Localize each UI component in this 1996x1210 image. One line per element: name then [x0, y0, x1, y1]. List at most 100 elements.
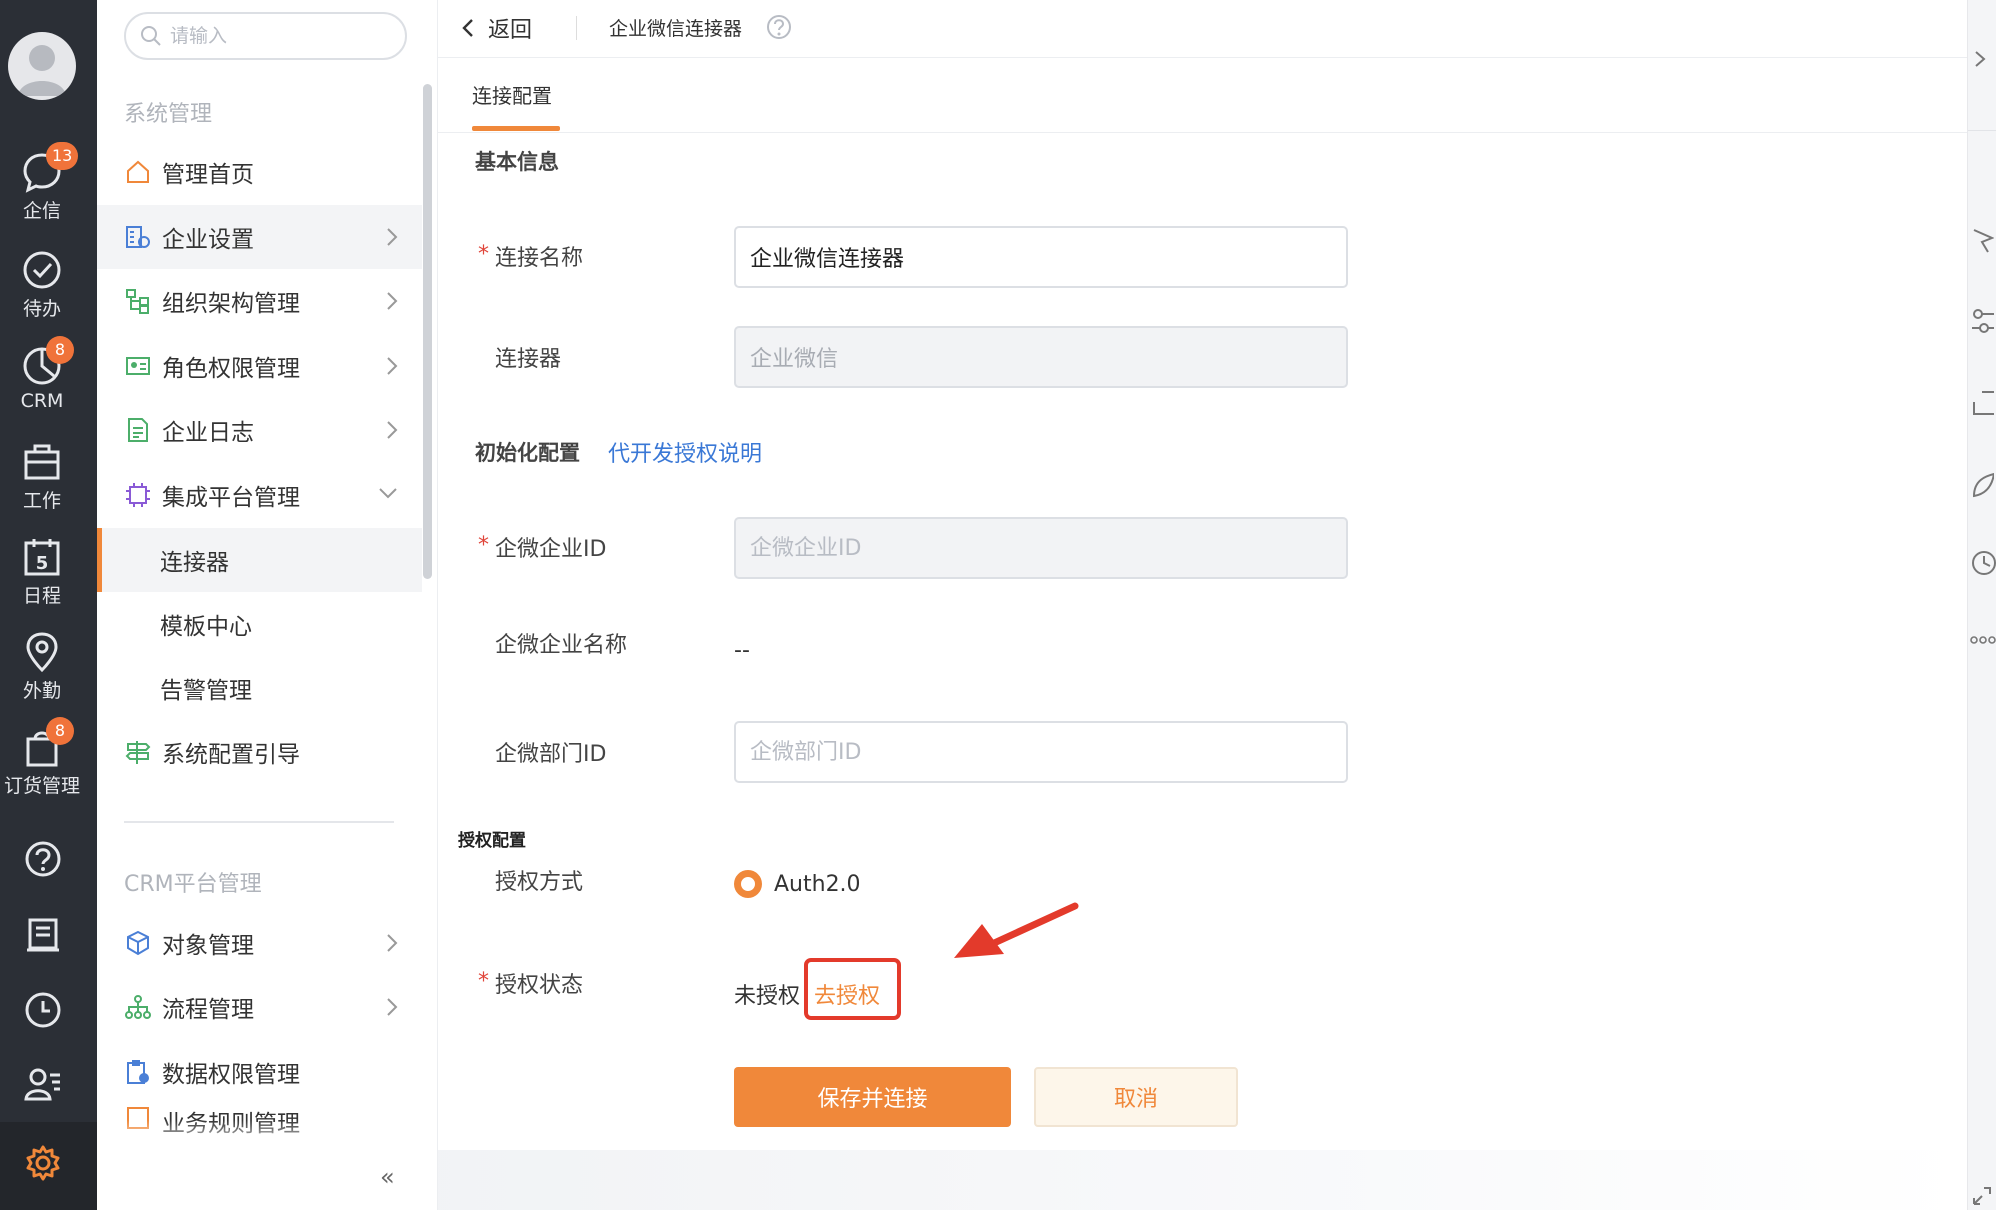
admin-sidebar: 系统管理 管理首页 企业设置 组织架构管理 角色权限管理 企业日志 集成平台管理… — [97, 0, 437, 1210]
cancel-button[interactable]: 取消 — [1034, 1067, 1238, 1127]
more-dots-icon[interactable] — [1970, 634, 1996, 646]
collapse-arrow-icon[interactable] — [1970, 48, 1992, 70]
auth-status-label: 授权状态 — [495, 973, 584, 998]
history-clock-icon[interactable] — [1970, 548, 1996, 578]
flag-icon[interactable] — [1970, 226, 1994, 256]
avatar-person-icon — [18, 45, 66, 96]
back-button[interactable]: 返回 — [462, 12, 532, 44]
tab-bar: 连接配置 — [438, 58, 1968, 133]
sidebar-item-label: 企业日志 — [162, 420, 254, 446]
active-tab-indicator — [472, 126, 560, 131]
calendar-icon: 5 — [24, 539, 60, 576]
orders-badge: 8 — [46, 717, 74, 745]
sidebar-item-role-permissions[interactable]: 角色权限管理 — [97, 334, 422, 398]
section-basic-info: 基本信息 — [475, 150, 559, 174]
sidebar-item-process-management[interactable]: 流程管理 — [97, 975, 422, 1039]
sidebar-item-integration-platform[interactable]: 集成平台管理 — [97, 463, 422, 527]
rail-item-work[interactable]: 工作 — [0, 440, 84, 513]
sidebar-item-data-permissions[interactable]: 数据权限管理 — [97, 1040, 422, 1104]
sidebar-item-object-management[interactable]: 对象管理 — [97, 911, 422, 975]
auth2-radio-label[interactable]: Auth2.0 — [774, 872, 861, 897]
required-mark: * — [478, 533, 489, 558]
cube-settings-icon — [127, 930, 149, 956]
org-tree-icon — [126, 289, 149, 314]
right-tool-strip — [1967, 0, 1996, 1210]
rail-item-orders[interactable]: 8 订货管理 — [0, 717, 84, 798]
notebook-icon[interactable] — [24, 916, 62, 954]
corp-name-label: 企微企业名称 — [495, 633, 628, 658]
sidebar-item-label: 系统配置引导 — [162, 742, 300, 768]
dept-id-input[interactable] — [734, 721, 1348, 783]
section-title-system: 系统管理 — [124, 102, 213, 127]
sidebar-item-config-guide[interactable]: 系统配置引导 — [97, 720, 422, 784]
slider-icon[interactable] — [1970, 306, 1994, 336]
home-icon — [127, 160, 149, 183]
rail-label: 外勤 — [22, 680, 61, 702]
rail-item-field[interactable]: 外勤 — [0, 630, 84, 703]
rail-item-calendar[interactable]: 5 日程 — [0, 535, 84, 608]
connector-label: 连接器 — [495, 347, 562, 372]
signpost-icon — [125, 741, 151, 764]
annotation-highlight-box — [804, 958, 901, 1020]
rail-label: CRM — [20, 390, 64, 412]
sidebar-item-label: 模板中心 — [160, 614, 252, 640]
page-header: 返回 企业微信连接器 — [438, 0, 1968, 58]
calendar-day: 5 — [36, 553, 49, 574]
tab-connection-config[interactable]: 连接配置 — [472, 80, 552, 109]
sidebar-item-enterprise-log[interactable]: 企业日志 — [97, 398, 422, 462]
sidebar-item-label: 管理首页 — [162, 162, 254, 188]
chevron-right-icon — [387, 934, 398, 952]
chevron-down-icon — [379, 488, 397, 499]
dept-id-label: 企微部门ID — [495, 742, 607, 767]
required-mark: * — [478, 242, 489, 267]
settings-zone — [0, 1122, 97, 1210]
sidebar-item-alert-management[interactable]: 告警管理 — [97, 656, 422, 720]
sidebar-item-template-center[interactable]: 模板中心 — [97, 592, 422, 656]
help-circle-icon[interactable] — [765, 13, 793, 41]
section-auth-config: 授权配置 — [458, 831, 526, 851]
help-icon[interactable] — [24, 840, 62, 878]
bottom-fade — [438, 1150, 1968, 1210]
chevron-right-icon — [387, 228, 398, 246]
sidebar-item-admin-home[interactable]: 管理首页 — [97, 140, 422, 204]
id-card-icon — [126, 357, 150, 375]
rail-label: 待办 — [22, 298, 61, 320]
dev-auth-doc-link[interactable]: 代开发授权说明 — [608, 436, 762, 468]
user-avatar[interactable] — [8, 32, 76, 100]
clock-icon[interactable] — [24, 991, 62, 1029]
annotation-arrow-icon — [954, 902, 1079, 958]
sidebar-item-label: 企业设置 — [162, 227, 254, 253]
auth2-radio[interactable] — [734, 870, 762, 898]
document-icon — [128, 418, 148, 442]
sidebar-item-enterprise-settings[interactable]: 企业设置 — [97, 205, 422, 269]
rail-label: 工作 — [22, 490, 61, 512]
auth-status-value: 未授权 — [734, 984, 801, 1009]
strip-divider — [1968, 130, 1996, 131]
sidebar-item-org-structure[interactable]: 组织架构管理 — [97, 269, 422, 333]
check-circle-icon — [23, 251, 61, 289]
save-and-connect-button[interactable]: 保存并连接 — [734, 1067, 1011, 1127]
sidebar-item-label: 组织架构管理 — [162, 291, 300, 317]
sidebar-divider — [124, 821, 394, 823]
rail-item-crm[interactable]: 8 CRM — [0, 336, 84, 412]
crm-badge: 8 — [46, 336, 74, 364]
rail-label: 订货管理 — [3, 775, 80, 797]
connector-input — [734, 326, 1348, 388]
chip-icon — [126, 483, 150, 507]
location-pin-icon — [26, 632, 58, 673]
leaf-icon[interactable] — [1970, 470, 1994, 500]
sidebar-search — [124, 12, 407, 60]
gear-icon[interactable] — [24, 1144, 62, 1182]
sidebar-scrollbar[interactable] — [423, 84, 432, 579]
collapse-sidebar-button[interactable]: « — [380, 1163, 395, 1191]
export-icon[interactable] — [1970, 388, 1994, 418]
rail-item-chat[interactable]: 13 企信 — [0, 142, 84, 223]
expand-icon[interactable] — [1970, 1184, 1994, 1208]
back-label: 返回 — [488, 18, 533, 43]
corp-id-input[interactable] — [734, 517, 1348, 579]
rail-item-todo[interactable]: 待办 — [0, 248, 84, 321]
user-list-icon[interactable] — [24, 1065, 62, 1103]
conn-name-input[interactable] — [734, 226, 1348, 288]
sidebar-item-connectors[interactable]: 连接器 — [97, 528, 422, 592]
sidebar-search-input[interactable] — [170, 25, 370, 47]
